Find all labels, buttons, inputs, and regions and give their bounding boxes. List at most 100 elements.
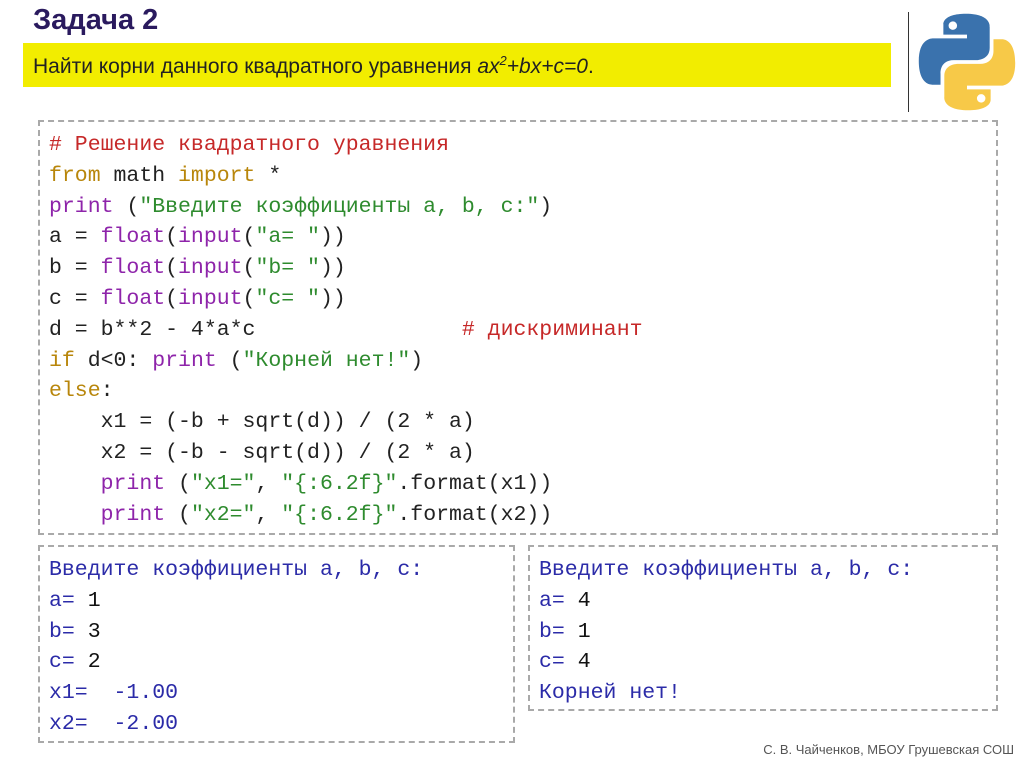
author-footer: С. В. Чайченков, МБОУ Грушевская СОШ: [763, 742, 1014, 757]
code-line: if d<0: print ("Корней нет!"): [49, 346, 643, 377]
code-line: print ("Введите коэффициенты a, b, c:"): [49, 192, 643, 223]
token-com: # Решение квадратного уравнения: [49, 133, 449, 157]
token-pl: (: [242, 225, 256, 250]
token-str: "c= ": [255, 286, 320, 311]
token-str: "Корней нет!": [242, 348, 411, 373]
code-line: from math import *: [49, 161, 643, 192]
task-statement: Найти корни данного квадратного уравнени…: [33, 53, 594, 79]
token-str: "x2=": [190, 502, 256, 527]
python-logo-icon: [918, 13, 1016, 111]
equation: ax2+bx+c=0: [477, 53, 588, 78]
output-example-1: Введите коэффициенты a, b, c: a= 1 b= 3 c= …: [38, 545, 515, 743]
token-pl: b =: [49, 256, 101, 281]
code-line: a = float(input("a= ")): [49, 222, 643, 253]
token-pl: ): [410, 348, 424, 373]
slide-title: Задача 2: [33, 4, 159, 36]
code-line: x1 = (-b + sqrt(d)) / (2 * a): [49, 407, 643, 438]
token-pl: c =: [49, 286, 101, 311]
token-out: x1= -1.00: [49, 681, 179, 706]
token-out: Введите коэффициенты a, b, c:: [539, 558, 914, 582]
token-bi: print: [152, 348, 217, 373]
equation-exponent: 2: [499, 53, 507, 68]
token-bi: input: [178, 225, 243, 250]
code-line: b= 3: [49, 617, 423, 648]
code-line: x2= -2.00: [49, 709, 423, 740]
token-val: 3: [87, 619, 101, 644]
token-out: c=: [539, 650, 578, 675]
token-pl: d<0:: [74, 348, 153, 373]
code-line: b= 1: [539, 617, 913, 648]
token-out: Введите коэффициенты a, b, c:: [49, 558, 424, 582]
token-pl: (: [242, 256, 256, 281]
token-out: a=: [539, 588, 578, 613]
token-pl: (: [165, 502, 191, 527]
token-pl: (: [113, 194, 140, 219]
code-line: x1= -1.00: [49, 678, 423, 709]
token-pl: ,: [255, 502, 282, 527]
token-kw: else: [49, 379, 101, 404]
token-val: 4: [577, 588, 591, 613]
token-pl: .format(x1)): [397, 471, 553, 496]
token-kw: import: [178, 163, 256, 188]
token-pl: ,: [255, 471, 282, 496]
task-banner: Найти корни данного квадратного уравнени…: [23, 43, 891, 87]
token-pl: (: [216, 348, 243, 373]
token-bi: print: [100, 471, 166, 496]
token-val: 1: [577, 619, 591, 644]
token-com: # дискриминант: [461, 317, 643, 342]
code-line: d = b**2 - 4*a*c # дискриминант: [49, 315, 643, 346]
token-pl: (: [165, 225, 179, 250]
token-pl: (: [165, 256, 179, 281]
token-pl: :: [100, 379, 114, 404]
code-line: Введите коэффициенты a, b, c:: [539, 555, 913, 586]
code-line: x2 = (-b - sqrt(d)) / (2 * a): [49, 438, 643, 469]
token-pl: *: [255, 163, 282, 188]
token-str: "a= ": [255, 225, 320, 250]
token-out: Корней нет!: [539, 681, 681, 706]
code-line: Введите коэффициенты a, b, c:: [49, 555, 423, 586]
code-line: c= 2: [49, 647, 423, 678]
code-line: # Решение квадратного уравнения: [49, 130, 643, 161]
code-line: a= 4: [539, 586, 913, 617]
token-val: 1: [87, 588, 101, 613]
divider-line: [908, 12, 909, 112]
equation-suffix: +bx+c=0: [506, 55, 588, 78]
token-str: "{:6.2f}": [281, 471, 398, 496]
token-bi: print: [100, 502, 166, 527]
code-line: else:: [49, 376, 643, 407]
token-bi: input: [178, 286, 243, 311]
token-out: c=: [49, 650, 88, 675]
equation-prefix: ax: [477, 55, 500, 78]
output-2-lines: Введите коэффициенты a, b, c: a= 4 b= 1 c= …: [539, 555, 913, 709]
code-line: print ("x2=", "{:6.2f}".format(x2)): [49, 500, 643, 531]
token-bi: float: [100, 256, 166, 281]
token-out: x2= -2.00: [49, 711, 179, 736]
code-line: Корней нет!: [539, 678, 913, 709]
token-out: b=: [539, 619, 578, 644]
output-1-lines: Введите коэффициенты a, b, c: a= 1 b= 3 c= …: [49, 555, 423, 740]
token-pl: )): [319, 225, 346, 250]
token-val: 4: [577, 650, 591, 675]
token-str: "Введите коэффициенты a, b, c:": [139, 194, 540, 219]
token-pl: (: [165, 286, 179, 311]
task-end: .: [587, 55, 594, 78]
code-line: print ("x1=", "{:6.2f}".format(x1)): [49, 469, 643, 500]
token-out: b=: [49, 619, 88, 644]
token-str: "b= ": [255, 256, 320, 281]
token-kw: from: [49, 163, 101, 188]
token-bi: float: [100, 286, 166, 311]
token-out: a=: [49, 588, 88, 613]
token-val: 2: [87, 650, 101, 675]
token-pl: (: [165, 471, 191, 496]
output-example-2: Введите коэффициенты a, b, c: a= 4 b= 1 c= …: [528, 545, 998, 711]
code-line: b = float(input("b= ")): [49, 253, 643, 284]
code-block: # Решение квадратного уравнения from math…: [38, 120, 998, 535]
code-lines: # Решение квадратного уравнения from math…: [49, 130, 643, 530]
code-line: c= 4: [539, 647, 913, 678]
token-bi: float: [100, 225, 166, 250]
token-str: "{:6.2f}": [281, 502, 398, 527]
token-pl: d = b**2 - 4*a*c: [49, 317, 462, 342]
token-pl: ): [539, 194, 553, 219]
